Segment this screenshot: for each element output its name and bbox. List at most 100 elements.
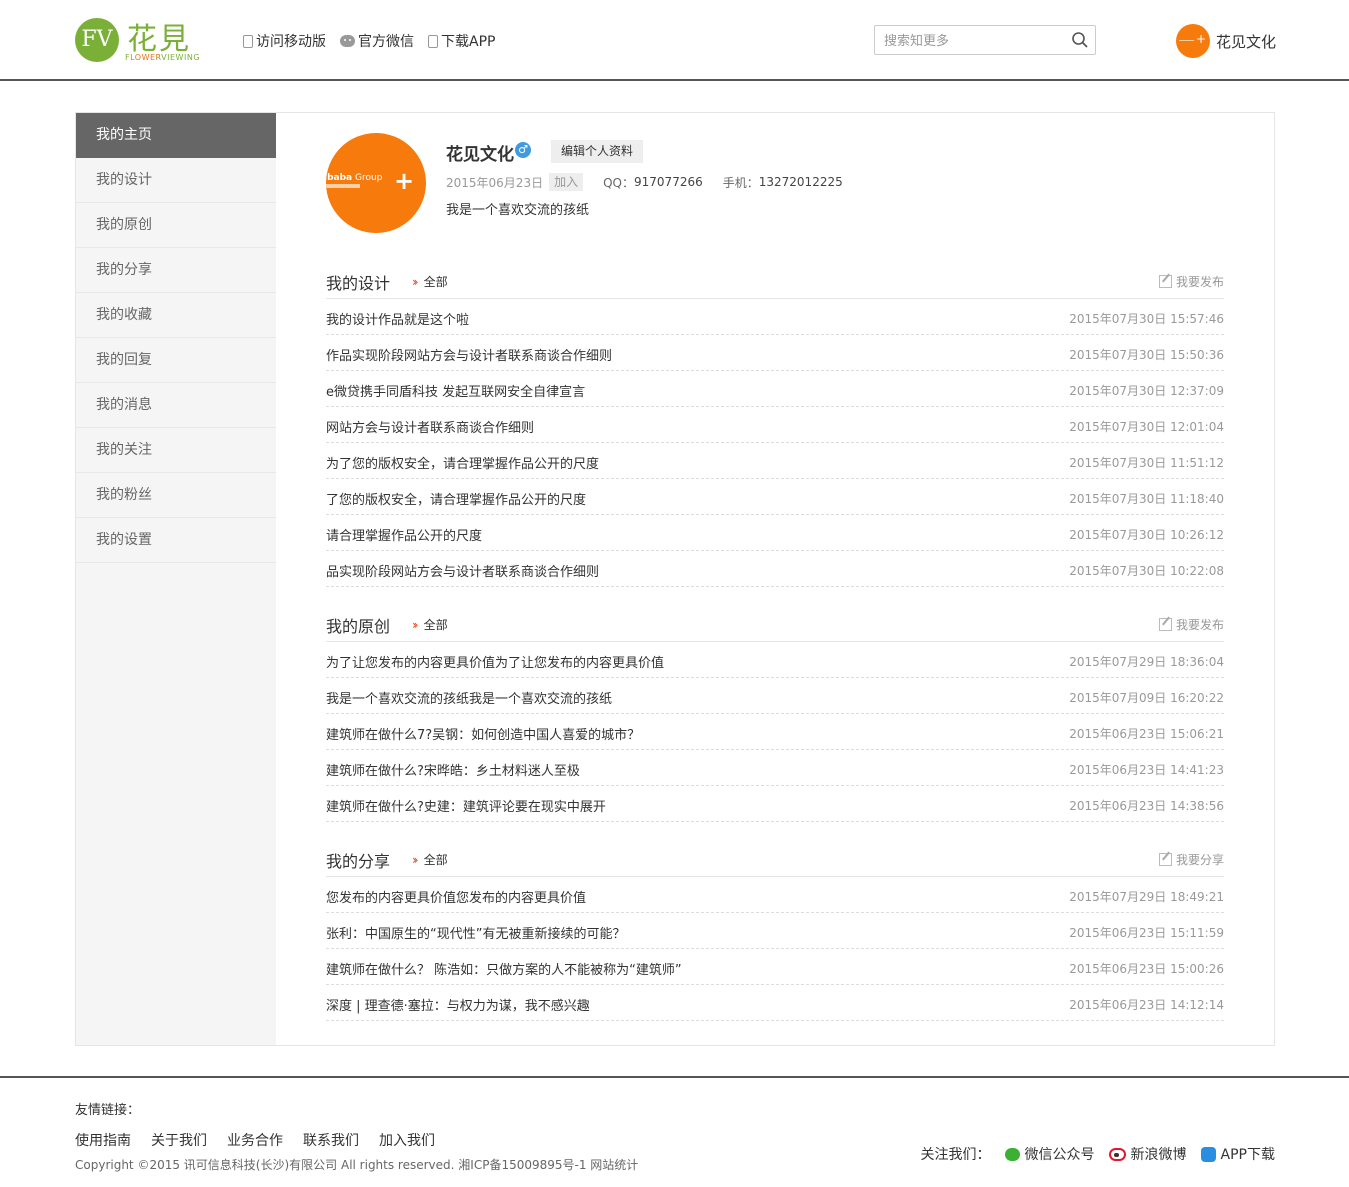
item-title[interactable]: 网站方会与设计者联系商谈合作细则 xyxy=(326,417,534,436)
footer-link-join[interactable]: 加入我们 xyxy=(379,1130,435,1150)
user-name[interactable]: 花见文化 xyxy=(1216,31,1276,52)
item-title[interactable]: e微贷携手同盾科技 发起互联网安全自律宣言 xyxy=(326,381,585,400)
sidebar-item-replies[interactable]: 我的回复 xyxy=(76,338,276,383)
item-title[interactable]: 我是一个喜欢交流的孩纸我是一个喜欢交流的孩纸 xyxy=(326,688,612,707)
avatar-text-light: Group xyxy=(352,173,383,183)
footer-link-about[interactable]: 关于我们 xyxy=(151,1130,207,1150)
item-title[interactable]: 建筑师在做什么?史建：建筑评论要在现实中展开 xyxy=(326,796,606,815)
item-title[interactable]: 建筑师在做什么?宋晔皓：乡土材料迷人至极 xyxy=(326,760,580,779)
item-title[interactable]: 作品实现阶段网站方会与设计者联系商谈合作细则 xyxy=(326,345,612,364)
follow-weibo[interactable]: 新浪微博 xyxy=(1108,1144,1187,1164)
list-item[interactable]: 我的设计作品就是这个啦 2015年07月30日 15:57:46 xyxy=(326,299,1224,335)
list-item[interactable]: 建筑师在做什么?宋晔皓：乡土材料迷人至极 2015年06月23日 14:41:23 xyxy=(326,750,1224,786)
logo-badge: FV xyxy=(75,18,119,62)
user-menu[interactable]: 花见文化 xyxy=(1176,24,1276,58)
male-icon: ♂ xyxy=(515,142,531,158)
footer-link-guide[interactable]: 使用指南 xyxy=(75,1130,131,1150)
follow-app[interactable]: APP下载 xyxy=(1200,1144,1275,1164)
share-list: 您发布的内容更具价值您发布的内容更具价值 2015年07月29日 18:49:21… xyxy=(326,877,1224,1021)
footer-link-business[interactable]: 业务合作 xyxy=(227,1130,283,1150)
section-title: 我的设计 xyxy=(326,274,391,293)
search-input[interactable] xyxy=(875,26,1065,54)
list-item[interactable]: e微贷携手同盾科技 发起互联网安全自律宣言 2015年07月30日 12:37:0… xyxy=(326,371,1224,407)
section-my-original: 我的原创 ›› 全部 我要发布 为了让您发布的内容更具价值为了让您发布的内容更具价… xyxy=(326,602,1224,822)
avatar[interactable]: ibaba Group + xyxy=(326,133,426,233)
avatar-text-bold: ibaba xyxy=(326,173,353,183)
sidebar-item-original[interactable]: 我的原创 xyxy=(76,203,276,248)
join-date: 2015年06月23日 xyxy=(446,175,544,190)
item-title[interactable]: 建筑师在做什么？ 陈浩如：只做方案的人不能被称为“建筑师” xyxy=(326,959,682,978)
footer-link-contact[interactable]: 联系我们 xyxy=(303,1130,359,1150)
sidebar: 我的主页 我的设计 我的原创 我的分享 我的收藏 我的回复 我的消息 我的关注 … xyxy=(76,113,276,1045)
list-item[interactable]: 了您的版权安全，请合理掌握作品公开的尺度 2015年07月30日 11:18:40 xyxy=(326,479,1224,515)
item-date: 2015年07月30日 15:50:36 xyxy=(1069,348,1224,362)
item-title[interactable]: 我的设计作品就是这个啦 xyxy=(326,309,469,328)
item-date: 2015年07月29日 18:49:21 xyxy=(1069,890,1224,904)
list-item[interactable]: 作品实现阶段网站方会与设计者联系商谈合作细则 2015年07月30日 15:50:… xyxy=(326,335,1224,371)
top-nav: 访问移动版 官方微信 下载APP xyxy=(243,31,495,51)
list-item[interactable]: 请合理掌握作品公开的尺度 2015年07月30日 10:26:12 xyxy=(326,515,1224,551)
share-link[interactable]: 我要分享 xyxy=(1158,851,1224,868)
list-item[interactable]: 建筑师在做什么7?吴钢：如何创造中国人喜爱的城市？ 2015年06月23日 15:… xyxy=(326,714,1224,750)
search-icon[interactable] xyxy=(1071,31,1089,49)
edit-pen-icon xyxy=(1158,853,1172,866)
follow-wechat[interactable]: 微信公众号 xyxy=(1004,1144,1095,1164)
view-all-link[interactable]: ›› 全部 xyxy=(412,851,448,868)
item-title[interactable]: 建筑师在做什么7?吴钢：如何创造中国人喜爱的城市？ xyxy=(326,724,640,743)
profile-bio: 我是一个喜欢交流的孩纸 xyxy=(446,203,590,218)
section-my-design: 我的设计 ›› 全部 我要发布 我的设计作品就是这个啦 2015年07月30日 15… xyxy=(326,259,1224,587)
double-chevron-icon: ›› xyxy=(412,617,418,632)
sidebar-item-messages[interactable]: 我的消息 xyxy=(76,383,276,428)
sidebar-item-settings[interactable]: 我的设置 xyxy=(76,518,276,563)
original-list: 为了让您发布的内容更具价值为了让您发布的内容更具价值 2015年07月29日 18… xyxy=(326,642,1224,822)
list-item[interactable]: 为了让您发布的内容更具价值为了让您发布的内容更具价值 2015年07月29日 18… xyxy=(326,642,1224,678)
profile-card: ibaba Group + 花见文化 ♂ 编辑个人资料 2015年06月23日 … xyxy=(326,113,1224,253)
nav-mobile-version[interactable]: 访问移动版 xyxy=(243,31,326,51)
view-all-link[interactable]: ›› 全部 xyxy=(412,273,448,290)
sidebar-item-share[interactable]: 我的分享 xyxy=(76,248,276,293)
qq-value: 917077266 xyxy=(634,175,703,189)
item-date: 2015年07月30日 12:37:09 xyxy=(1069,384,1224,398)
item-title[interactable]: 张利：中国原生的“现代性”有无被重新接续的可能？ xyxy=(326,923,625,942)
nav-download-app[interactable]: 下载APP xyxy=(428,31,495,51)
item-title[interactable]: 您发布的内容更具价值您发布的内容更具价值 xyxy=(326,887,586,906)
item-date: 2015年06月23日 15:00:26 xyxy=(1069,962,1224,976)
item-title[interactable]: 品实现阶段网站方会与设计者联系商谈合作细则 xyxy=(326,561,599,580)
item-title[interactable]: 了您的版权安全，请合理掌握作品公开的尺度 xyxy=(326,489,586,508)
view-all-link[interactable]: ›› 全部 xyxy=(412,616,448,633)
double-chevron-icon: ›› xyxy=(412,852,418,867)
item-title[interactable]: 深度 | 理查德·塞拉：与权力为谋，我不感兴趣 xyxy=(326,995,590,1014)
sidebar-item-following[interactable]: 我的关注 xyxy=(76,428,276,473)
phone-icon xyxy=(428,34,438,48)
item-date: 2015年07月29日 18:36:04 xyxy=(1069,655,1224,669)
list-item[interactable]: 张利：中国原生的“现代性”有无被重新接续的可能？ 2015年06月23日 15:1… xyxy=(326,913,1224,949)
list-item[interactable]: 建筑师在做什么?史建：建筑评论要在现实中展开 2015年06月23日 14:38:… xyxy=(326,786,1224,822)
sidebar-item-home[interactable]: 我的主页 xyxy=(76,113,276,158)
follow-label: 关注我们： xyxy=(920,1147,991,1163)
avatar[interactable] xyxy=(1176,24,1210,58)
list-item[interactable]: 网站方会与设计者联系商谈合作细则 2015年07月30日 12:01:04 xyxy=(326,407,1224,443)
item-title[interactable]: 请合理掌握作品公开的尺度 xyxy=(326,525,482,544)
publish-link[interactable]: 我要发布 xyxy=(1158,616,1224,633)
site-footer: 友情链接： 使用指南 关于我们 业务合作 联系我们 加入我们 Copyright… xyxy=(0,1076,1349,1187)
list-item[interactable]: 我是一个喜欢交流的孩纸我是一个喜欢交流的孩纸 2015年07月09日 16:20:… xyxy=(326,678,1224,714)
sidebar-item-fans[interactable]: 我的粉丝 xyxy=(76,473,276,518)
publish-link[interactable]: 我要发布 xyxy=(1158,273,1224,290)
list-item[interactable]: 为了您的版权安全，请合理掌握作品公开的尺度 2015年07月30日 11:51:1… xyxy=(326,443,1224,479)
view-all-label: 全部 xyxy=(423,853,448,867)
list-item[interactable]: 深度 | 理查德·塞拉：与权力为谋，我不感兴趣 2015年06月23日 14:12… xyxy=(326,985,1224,1021)
site-logo[interactable]: FV 花見 FLOWERVIEWING xyxy=(75,16,205,64)
list-item[interactable]: 品实现阶段网站方会与设计者联系商谈合作细则 2015年07月30日 10:22:0… xyxy=(326,551,1224,587)
item-date: 2015年07月30日 10:22:08 xyxy=(1069,564,1224,578)
sidebar-item-favorites[interactable]: 我的收藏 xyxy=(76,293,276,338)
section-my-share: 我的分享 ›› 全部 我要分享 您发布的内容更具价值您发布的内容更具价值 2015年… xyxy=(326,837,1224,1021)
edit-pen-icon xyxy=(1158,618,1172,631)
item-title[interactable]: 为了让您发布的内容更具价值为了让您发布的内容更具价值 xyxy=(326,652,664,671)
item-date: 2015年07月30日 15:57:46 xyxy=(1069,312,1224,326)
sidebar-item-design[interactable]: 我的设计 xyxy=(76,158,276,203)
nav-official-wechat[interactable]: 官方微信 xyxy=(340,31,414,51)
item-title[interactable]: 为了您的版权安全，请合理掌握作品公开的尺度 xyxy=(326,453,599,472)
list-item[interactable]: 您发布的内容更具价值您发布的内容更具价值 2015年07月29日 18:49:21 xyxy=(326,877,1224,913)
edit-profile-button[interactable]: 编辑个人资料 xyxy=(551,140,644,163)
list-item[interactable]: 建筑师在做什么？ 陈浩如：只做方案的人不能被称为“建筑师” 2015年06月23日… xyxy=(326,949,1224,985)
